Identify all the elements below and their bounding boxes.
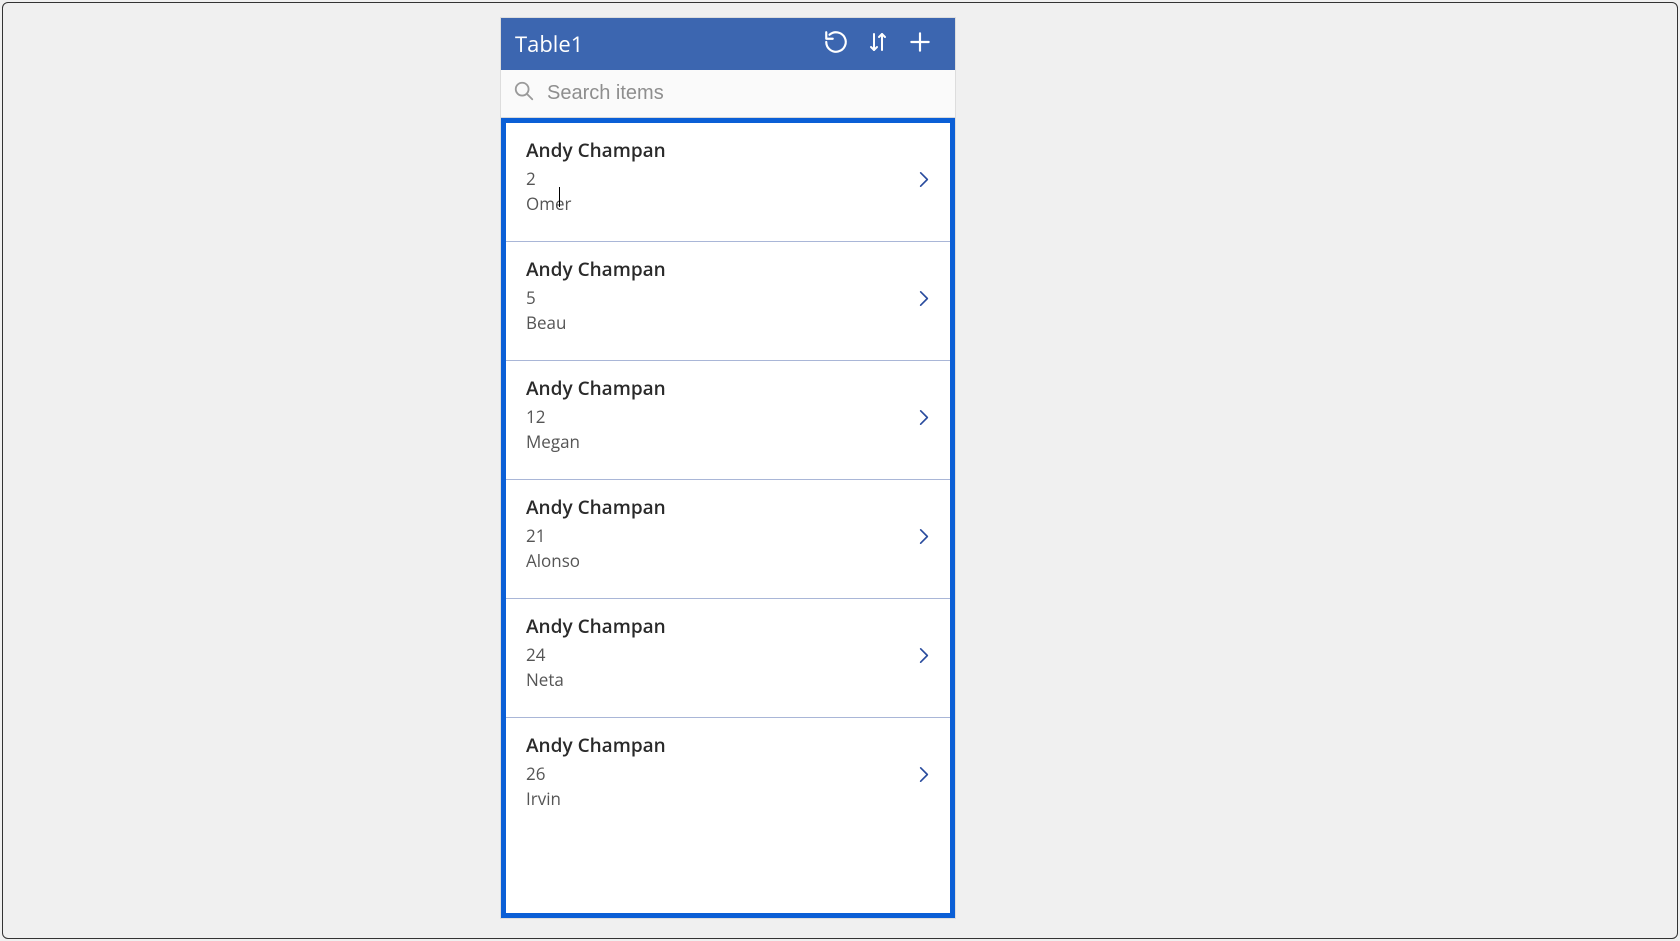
item-subtitle: 21 <box>526 524 930 547</box>
chevron-right-icon <box>914 758 934 797</box>
gallery[interactable]: Andy Champan 2 Omer Andy Champan 5 <box>506 123 950 913</box>
item-body: Irvin <box>526 787 930 810</box>
refresh-icon <box>823 29 849 60</box>
navigate-button[interactable] <box>914 758 934 797</box>
app-screen: Table1 <box>501 18 955 918</box>
item-body: Neta <box>526 668 930 691</box>
app-bar: Table1 <box>501 18 955 70</box>
item-title: Andy Champan <box>526 613 930 639</box>
chevron-right-icon <box>914 282 934 321</box>
item-title: Andy Champan <box>526 494 930 520</box>
chevron-right-icon <box>914 401 934 440</box>
list-item[interactable]: Andy Champan 26 Irvin <box>506 718 950 836</box>
search-input[interactable] <box>545 76 943 111</box>
item-subtitle: 26 <box>526 762 930 785</box>
item-title: Andy Champan <box>526 256 930 282</box>
navigate-button[interactable] <box>914 520 934 559</box>
item-body: Beau <box>526 311 930 334</box>
list-item[interactable]: Andy Champan 5 Beau <box>506 242 950 361</box>
chevron-right-icon <box>914 163 934 202</box>
navigate-button[interactable] <box>914 639 934 678</box>
item-title: Andy Champan <box>526 732 930 758</box>
search-icon <box>513 80 535 107</box>
item-title: Andy Champan <box>526 375 930 401</box>
screen-title: Table1 <box>515 29 815 59</box>
list-item[interactable]: Andy Champan 21 Alonso <box>506 480 950 599</box>
refresh-button[interactable] <box>815 18 857 70</box>
item-subtitle: 24 <box>526 643 930 666</box>
list-item[interactable]: Andy Champan 12 Megan <box>506 361 950 480</box>
list-item[interactable]: Andy Champan 24 Neta <box>506 599 950 718</box>
navigate-button[interactable] <box>914 401 934 440</box>
item-subtitle: 2 <box>526 167 930 190</box>
sort-button[interactable] <box>857 18 899 70</box>
search-bar <box>501 70 955 118</box>
navigate-button[interactable] <box>914 282 934 321</box>
item-title: Andy Champan <box>526 137 930 163</box>
gallery-selection-outline: Andy Champan 2 Omer Andy Champan 5 <box>501 118 955 918</box>
list-item[interactable]: Andy Champan 2 Omer <box>506 123 950 242</box>
item-subtitle: 12 <box>526 405 930 428</box>
item-body: Megan <box>526 430 930 453</box>
text-caret <box>559 187 560 207</box>
chevron-right-icon <box>914 520 934 559</box>
sort-icon <box>866 29 890 60</box>
item-body: Omer <box>526 192 930 215</box>
item-subtitle: 5 <box>526 286 930 309</box>
chevron-right-icon <box>914 639 934 678</box>
item-body: Alonso <box>526 549 930 572</box>
plus-icon <box>907 29 933 60</box>
navigate-button[interactable] <box>914 163 934 202</box>
add-button[interactable] <box>899 18 941 70</box>
